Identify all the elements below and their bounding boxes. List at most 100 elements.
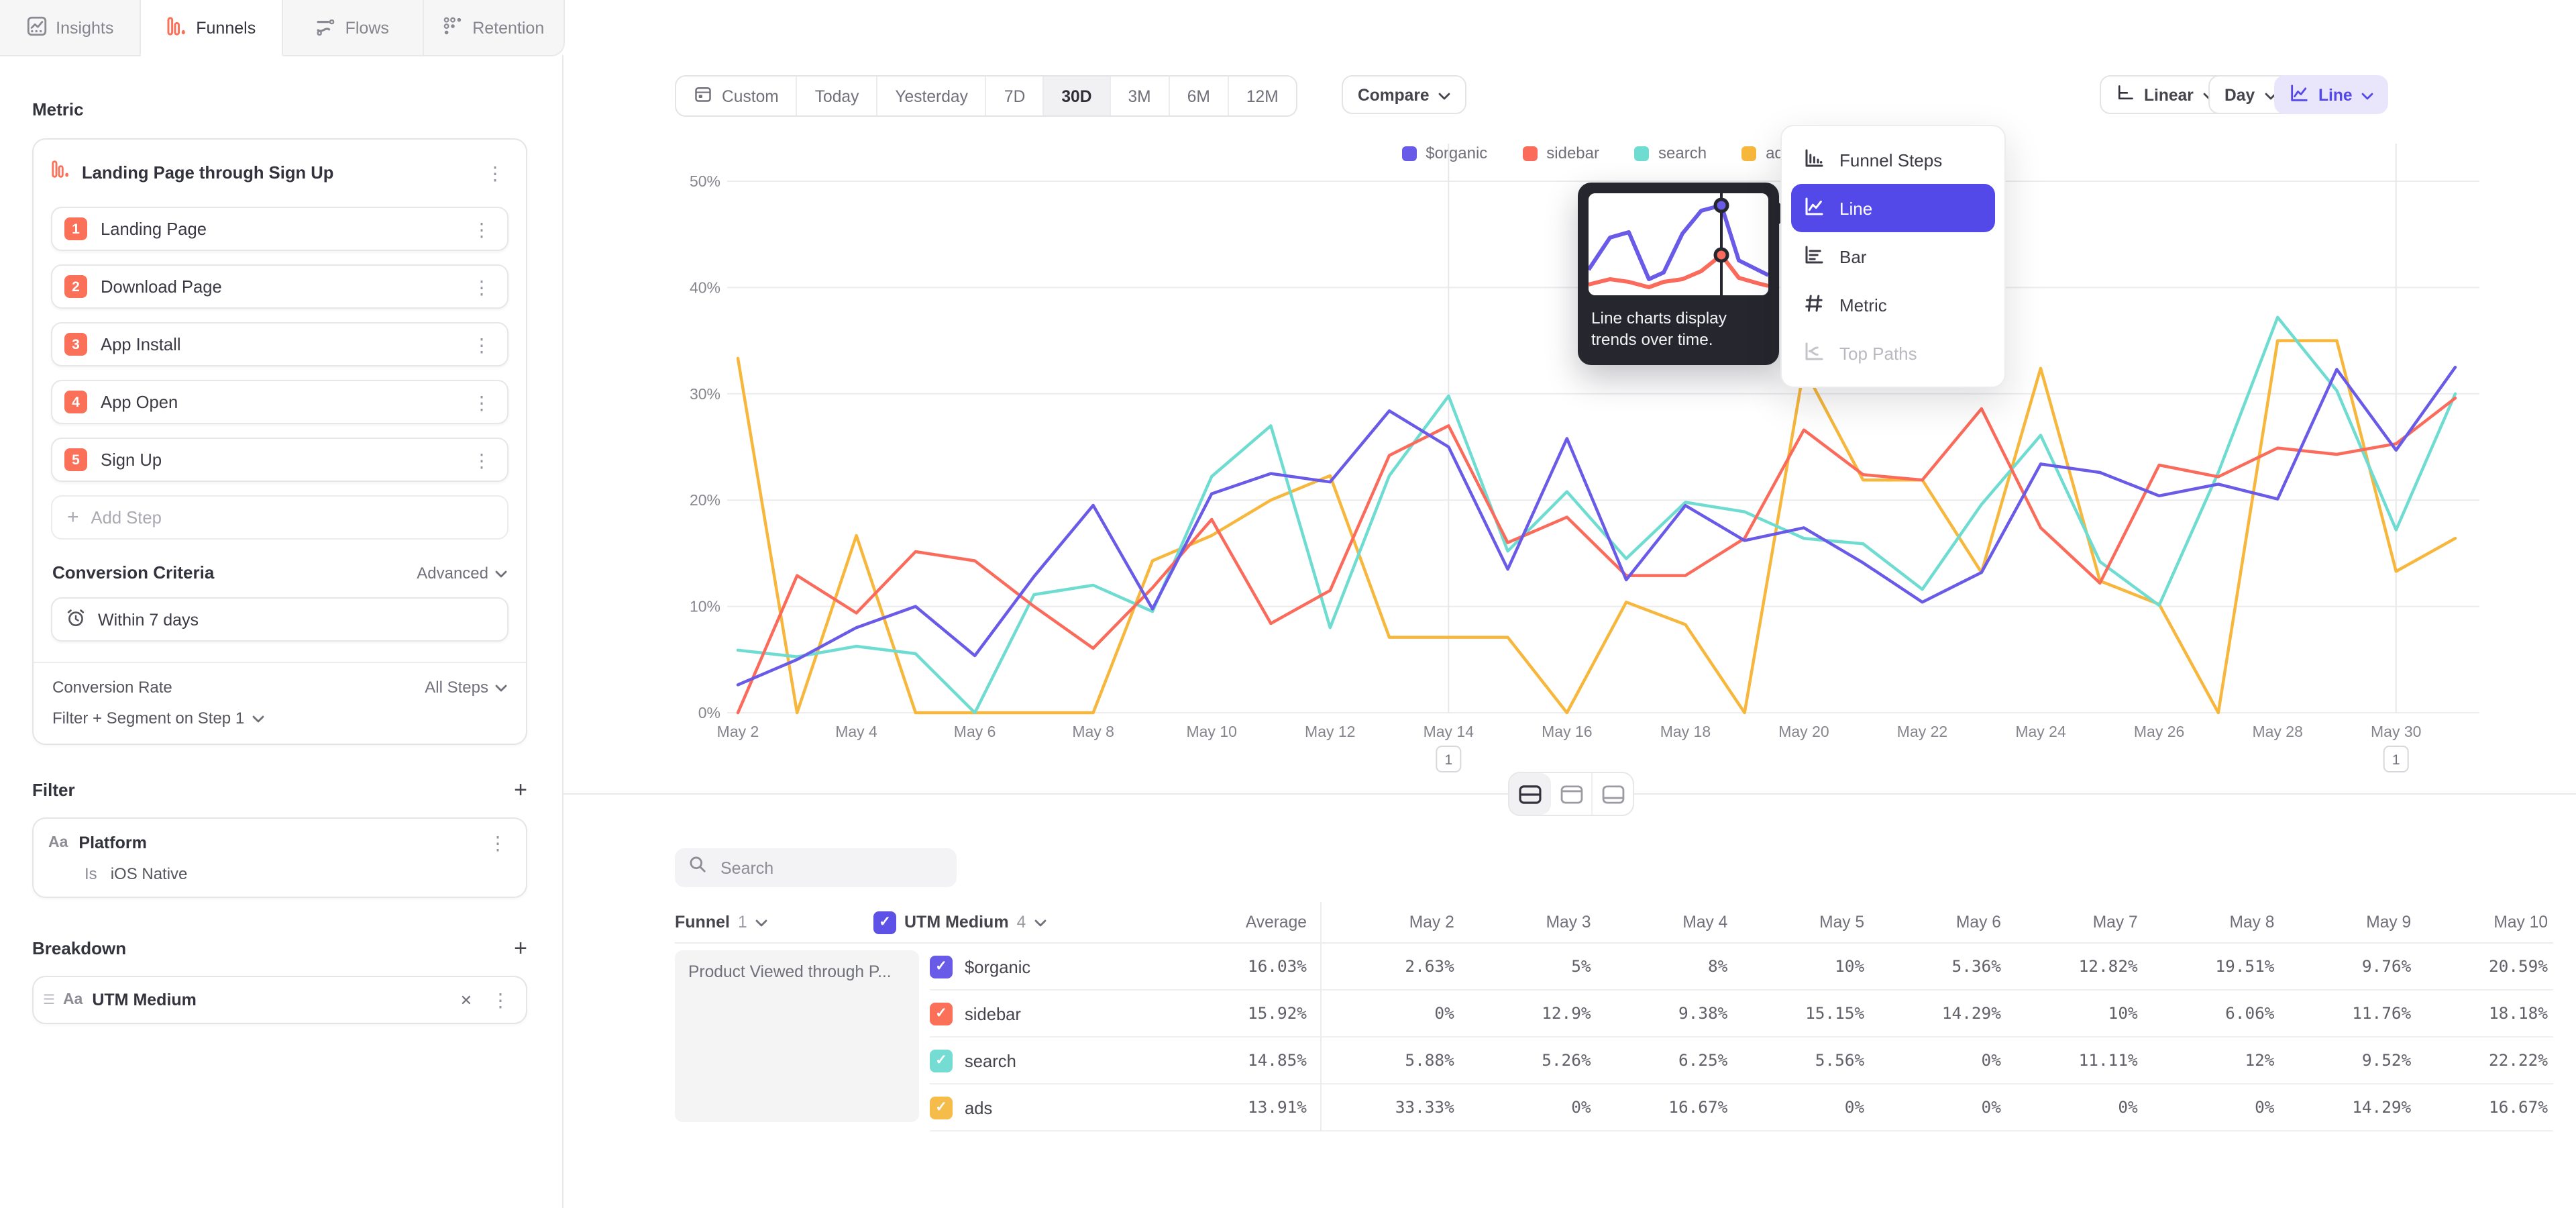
breakdown-property-name: UTM Medium	[92, 991, 445, 1009]
metric-hash-icon	[1803, 292, 1825, 317]
date-value-cell: 10%	[1730, 957, 1867, 976]
funnel-steps-icon	[1803, 147, 1825, 172]
column-header-date[interactable]: May 3	[1457, 913, 1594, 932]
column-header-date[interactable]: May 7	[2004, 913, 2141, 932]
filter-kebab-icon[interactable]: ⋮	[484, 831, 511, 855]
date-value-cell: 16.67%	[2414, 1098, 2551, 1117]
metric-kebab-icon[interactable]: ⋮	[482, 160, 508, 185]
funnel-step-5[interactable]: 5 Sign Up ⋮	[51, 438, 508, 482]
add-filter-button[interactable]: +	[514, 778, 527, 801]
column-header-date[interactable]: May 10	[2414, 913, 2551, 932]
funnel-step-1[interactable]: 1 Landing Page ⋮	[51, 207, 508, 251]
funnel-step-3[interactable]: 3 App Install ⋮	[51, 322, 508, 366]
series-name: $organic	[965, 956, 1030, 976]
breakdown-table: Funnel 1 ✓ UTM Medium 4 Average May 2 Ma…	[675, 902, 2553, 1131]
date-value-cell: 14.29%	[2277, 1098, 2414, 1117]
svg-text:May 28: May 28	[2252, 723, 2302, 740]
line-chart[interactable]: 0%10%20%30%40%50%11May 2May 4May 6May 8M…	[564, 0, 2576, 785]
menu-item-top-paths[interactable]: Top Paths	[1791, 329, 1995, 377]
series-checkbox[interactable]: ✓	[930, 1049, 953, 1072]
table-search[interactable]	[675, 848, 957, 887]
column-header-date[interactable]: May 8	[2141, 913, 2277, 932]
date-value-cell: 9.52%	[2277, 1051, 2414, 1070]
series-checkbox[interactable]: ✓	[930, 1002, 953, 1025]
layout-toggle-group	[1508, 772, 1634, 816]
split-view-toggle[interactable]	[1509, 773, 1551, 815]
report-type-tabs: Insights Funnels Flows Retention	[0, 0, 565, 56]
menu-item-line[interactable]: Line	[1791, 184, 1995, 232]
step-number-badge: 2	[64, 275, 87, 298]
funnel-step-4[interactable]: 4 App Open ⋮	[51, 380, 508, 424]
tab-funnels[interactable]: Funnels	[142, 0, 283, 56]
date-value-cell: 6.06%	[2141, 1004, 2277, 1023]
filter-operator: Is	[85, 864, 97, 883]
tab-retention[interactable]: Retention	[424, 0, 564, 55]
step-number-badge: 3	[64, 333, 87, 356]
series-checkbox[interactable]: ✓	[930, 955, 953, 978]
advanced-dropdown[interactable]: Advanced	[417, 563, 507, 582]
date-value-cell: 5.36%	[1867, 957, 2004, 976]
funnel-row-group-cell[interactable]: Product Viewed through P...	[675, 950, 919, 1122]
column-header-date[interactable]: May 6	[1867, 913, 2004, 932]
svg-text:10%: 10%	[690, 598, 720, 615]
funnel-column-header[interactable]: Funnel 1	[675, 913, 873, 932]
add-step-label: Add Step	[91, 507, 162, 527]
column-header-date[interactable]: May 5	[1730, 913, 1867, 932]
svg-text:May 8: May 8	[1072, 723, 1114, 740]
step-kebab-icon[interactable]: ⋮	[468, 390, 495, 414]
filter-segment-dropdown[interactable]: Filter + Segment on Step 1	[52, 709, 507, 727]
table-row: ✓sidebar15.92%0%12.9%9.38%15.15%14.29%10…	[930, 991, 2553, 1038]
svg-text:May 16: May 16	[1542, 723, 1592, 740]
breakdown-kebab-icon[interactable]: ⋮	[487, 988, 514, 1012]
drag-handle-icon[interactable]: ☰	[43, 993, 54, 1007]
svg-text:May 4: May 4	[835, 723, 877, 740]
date-value-cell: 0%	[1867, 1051, 2004, 1070]
average-value-cell: 16.03%	[1144, 957, 1320, 976]
chevron-down-icon	[252, 709, 264, 727]
remove-breakdown-icon[interactable]: ✕	[455, 989, 478, 1011]
date-value-cell: 12.9%	[1457, 1004, 1594, 1023]
all-steps-dropdown[interactable]: All Steps	[425, 678, 507, 697]
svg-text:May 6: May 6	[954, 723, 996, 740]
step-kebab-icon[interactable]: ⋮	[468, 448, 495, 472]
menu-item-label: Metric	[1839, 295, 1887, 315]
funnel-metric-icon	[51, 160, 70, 185]
column-header-date[interactable]: May 9	[2277, 913, 2414, 932]
table-header-row: Funnel 1 ✓ UTM Medium 4 Average May 2 Ma…	[675, 902, 2553, 942]
add-breakdown-button[interactable]: +	[514, 937, 527, 960]
conversion-window-button[interactable]: Within 7 days	[51, 597, 508, 642]
menu-item-funnel-steps[interactable]: Funnel Steps	[1791, 136, 1995, 184]
chart-view-toggle[interactable]	[1551, 773, 1593, 815]
step-kebab-icon[interactable]: ⋮	[468, 217, 495, 241]
column-header-date[interactable]: May 4	[1594, 913, 1731, 932]
breakdown-column-header[interactable]: ✓ UTM Medium 4	[873, 911, 1144, 934]
tab-flows[interactable]: Flows	[282, 0, 424, 55]
average-value-cell: 15.92%	[1144, 1004, 1320, 1023]
menu-item-label: Funnel Steps	[1839, 150, 1942, 170]
date-value-cell: 0%	[1730, 1098, 1867, 1117]
step-kebab-icon[interactable]: ⋮	[468, 274, 495, 299]
filter-card-platform[interactable]: Aa Platform ⋮ Is iOS Native	[32, 817, 527, 898]
column-header-average[interactable]: Average	[1144, 913, 1320, 932]
chevron-down-icon	[1034, 913, 1046, 932]
add-step-button[interactable]: + Add Step	[51, 495, 508, 540]
column-header-date[interactable]: May 2	[1320, 913, 1457, 932]
breakdown-card-utm-medium[interactable]: ☰ Aa UTM Medium ✕ ⋮	[32, 976, 527, 1024]
flows-icon	[316, 15, 336, 40]
series-name: sidebar	[965, 1003, 1021, 1023]
menu-item-metric[interactable]: Metric	[1791, 281, 1995, 329]
select-all-checkbox[interactable]: ✓	[873, 911, 896, 934]
chevron-down-icon	[495, 678, 507, 697]
search-input[interactable]	[718, 857, 943, 878]
date-value-cell: 5%	[1457, 957, 1594, 976]
step-kebab-icon[interactable]: ⋮	[468, 332, 495, 356]
tab-label: Insights	[56, 18, 113, 37]
svg-text:May 30: May 30	[2371, 723, 2421, 740]
svg-text:1: 1	[2392, 752, 2400, 768]
menu-item-bar[interactable]: Bar	[1791, 232, 1995, 281]
chevron-down-icon	[755, 913, 767, 932]
funnel-step-2[interactable]: 2 Download Page ⋮	[51, 264, 508, 309]
tab-insights[interactable]: Insights	[0, 0, 142, 55]
table-view-toggle[interactable]	[1593, 773, 1633, 815]
series-checkbox[interactable]: ✓	[930, 1096, 953, 1119]
